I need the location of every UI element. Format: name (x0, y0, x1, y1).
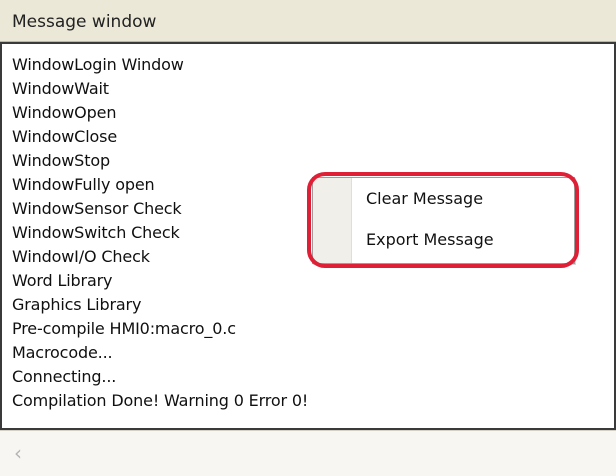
message-item: Pre-compile HMI0:macro_0.c (12, 319, 236, 338)
horizontal-scrollbar[interactable]: ‹ (0, 430, 616, 476)
message-context-menu: Clear Message Export Message (312, 177, 575, 264)
message-item: Word Library (12, 271, 113, 290)
message-window-title-bar: Message window (0, 0, 616, 42)
window-title: Message window (12, 12, 157, 32)
left-arrow-icon[interactable]: ‹ (8, 442, 28, 464)
message-item: Compilation Done! Warning 0 Error 0! (12, 391, 309, 410)
clear-message-menu-item[interactable]: Clear Message (366, 185, 483, 213)
message-item: Connecting... (12, 367, 117, 386)
message-item: WindowWait (12, 79, 109, 98)
message-item: WindowClose (12, 127, 118, 146)
message-item: WindowStop (12, 151, 110, 170)
message-item: WindowLogin Window (12, 55, 184, 74)
message-item: WindowOpen (12, 103, 117, 122)
message-item: Macrocode... (12, 343, 113, 362)
message-item: Graphics Library (12, 295, 142, 314)
export-message-menu-item[interactable]: Export Message (366, 226, 494, 254)
message-window: Message window WindowLogin Window Window… (0, 0, 616, 476)
